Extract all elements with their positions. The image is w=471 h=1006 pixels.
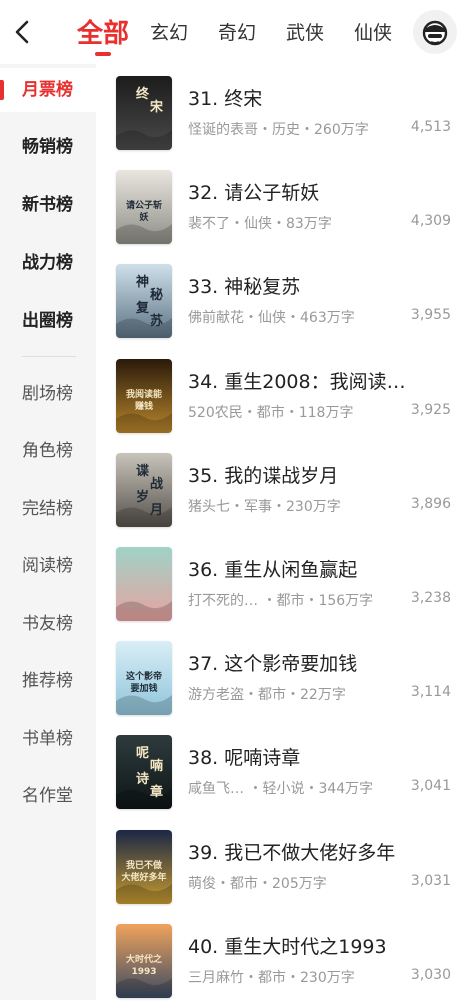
monthly-ticket-count: 3,896 (410, 495, 451, 512)
svg-text:大佬好多年: 大佬好多年 (121, 871, 166, 883)
svg-text:喃: 喃 (150, 758, 163, 774)
monthly-ticket-count: 3,955 (410, 307, 451, 324)
book-meta: 咸鱼飞… ・轻小说・344万字 (188, 781, 374, 798)
svg-text:赚钱: 赚钱 (134, 400, 153, 412)
back-arrow-icon[interactable] (10, 16, 36, 48)
sidebar-item-power[interactable]: 战力榜 (0, 241, 96, 285)
sidebar-item-reading[interactable]: 阅读榜 (0, 544, 96, 588)
book-meta: 怪诞的表哥・历史・260万字 (188, 122, 369, 138)
book-cover-image: 神秘复苏 (116, 264, 172, 339)
svg-text:章: 章 (150, 784, 163, 800)
svg-text:月: 月 (149, 503, 163, 518)
sidebar-item-bestseller[interactable]: 畅销榜 (0, 125, 96, 169)
tab-qihuan[interactable]: 奇幻 (218, 18, 256, 45)
monthly-ticket-count: 3,114 (410, 684, 451, 701)
sidebar-item-hall-of-fame[interactable]: 名作堂 (0, 774, 96, 818)
book-row[interactable]: 谍战岁月 35. 我的谍战岁月猪头七・军事・230万字 3,896 (96, 441, 471, 535)
svg-text:这个影帝: 这个影帝 (126, 670, 162, 682)
book-title: 31. 终宋 (188, 88, 263, 110)
svg-text:苏: 苏 (150, 313, 163, 329)
book-cover-image (116, 547, 172, 621)
monthly-ticket-count: 3,041 (410, 778, 451, 795)
svg-text:复: 复 (135, 300, 150, 316)
book-row[interactable]: 呢喃诗章 38. 呢喃诗章咸鱼飞… ・轻小说・344万字 3,041 (96, 723, 471, 817)
book-row[interactable]: 这个影帝 要加钱 37. 这个影帝要加钱游方老盗・都市・22万字 3,114 (96, 629, 471, 723)
sidebar-item-theater[interactable]: 剧场榜 (0, 372, 96, 416)
book-meta: 裴不了・仙侠・83万字 (188, 216, 332, 233)
book-row[interactable]: 我已不做 大佬好多年 39. 我已不做大佬好多年萌俊・都市・205万字 3,031 (96, 818, 471, 912)
svg-text:诗: 诗 (136, 771, 149, 787)
svg-text:谍: 谍 (136, 464, 149, 479)
book-meta: 萌俊・都市・205万字 (188, 875, 327, 892)
svg-text:我已不做: 我已不做 (126, 859, 163, 871)
svg-text:岁: 岁 (136, 489, 149, 505)
book-title: 36. 重生从闲鱼赢起 (188, 559, 358, 581)
book-row[interactable]: 36. 重生从闲鱼赢起打不死的… ・都市・156万字 3,238 (96, 535, 471, 629)
sidebar-item-monthly-ticket[interactable]: 月票榜 (0, 68, 96, 112)
book-title: 34. 重生2008：我阅读… (188, 370, 406, 393)
tab-wuxia[interactable]: 武侠 (286, 18, 324, 45)
book-cover-image: 这个影帝 要加钱 (116, 641, 172, 716)
book-row[interactable]: 请公子斩妖 32. 请公子斩妖裴不了・仙侠・83万字 4,309 (96, 158, 471, 252)
book-meta: 三月麻竹・都市・230万字 (188, 969, 355, 986)
book-title: 37. 这个影帝要加钱 (188, 653, 358, 676)
user-avatar-icon[interactable] (413, 10, 457, 54)
monthly-ticket-count: 3,238 (410, 590, 451, 606)
sidebar-item-new-books[interactable]: 新书榜 (0, 183, 96, 227)
tab-all[interactable]: 全部 (77, 13, 129, 50)
book-meta: 猪头七・军事・230万字 (188, 498, 341, 515)
svg-text:1993: 1993 (131, 967, 156, 977)
sidebar-item-breakout[interactable]: 出圈榜 (0, 299, 96, 343)
book-cover-image: 我阅读能 赚钱 (116, 358, 172, 433)
book-title: 38. 呢喃诗章 (188, 747, 301, 770)
book-title: 32. 请公子斩妖 (188, 182, 320, 205)
book-title: 33. 神秘复苏 (188, 276, 301, 299)
book-cover-image: 呢喃诗章 (116, 735, 172, 810)
svg-text:请公子斩: 请公子斩 (126, 199, 162, 211)
svg-text:呢: 呢 (136, 746, 149, 761)
sidebar-divider (22, 356, 76, 357)
book-title: 40. 重生大时代之1993 (188, 935, 387, 958)
sidebar-item-completed[interactable]: 完结榜 (0, 487, 96, 531)
svg-text:战: 战 (150, 476, 163, 492)
book-row[interactable]: 我阅读能 赚钱 34. 重生2008：我阅读… 520农民・都市・118万字 3,92… (96, 347, 471, 441)
svg-text:终: 终 (136, 86, 150, 102)
book-cover-image: 我已不做 大佬好多年 (116, 829, 172, 904)
svg-text:神: 神 (136, 274, 149, 290)
book-meta: 520农民・都市・118万字 (188, 404, 354, 421)
book-cover-image: 终宋 (116, 76, 172, 150)
book-cover-image: 请公子斩妖 (116, 170, 172, 245)
book-row[interactable]: 终宋 31. 终宋怪诞的表哥・历史・260万字 4,513 (96, 64, 471, 158)
book-row[interactable]: 神秘复苏 33. 神秘复苏佛前献花・仙侠・463万字 3,955 (96, 252, 471, 346)
monthly-ticket-count: 4,309 (410, 213, 451, 230)
active-tab-indicator (95, 52, 111, 56)
book-meta: 打不死的… ・都市・156万字 (188, 593, 374, 609)
svg-text:秘: 秘 (150, 287, 163, 303)
svg-text:大时代之: 大时代之 (126, 953, 162, 965)
svg-text:要加钱: 要加钱 (130, 682, 157, 694)
sidebar-item-recommend[interactable]: 推荐榜 (0, 659, 96, 703)
svg-text:宋: 宋 (149, 99, 164, 115)
monthly-ticket-count: 4,513 (410, 119, 451, 135)
top-bar: 全部 玄幻 奇幻 武侠 仙侠 (0, 0, 471, 64)
tab-xuanhuan[interactable]: 玄幻 (150, 18, 188, 45)
monthly-ticket-count: 3,925 (410, 401, 451, 418)
book-ranking-list: 终宋 31. 终宋怪诞的表哥・历史・260万字 4,513 请公子斩妖 32. 请… (96, 64, 471, 1000)
ranking-sidebar: 月票榜 畅销榜 新书榜 战力榜 出圈榜 剧场榜 角色榜 完结榜 阅读榜 书友榜 … (0, 64, 96, 1000)
sidebar-item-character[interactable]: 角色榜 (0, 429, 96, 473)
book-title: 35. 我的谍战岁月 (188, 464, 339, 487)
book-row[interactable]: 大时代之 1993 40. 重生大时代之1993 三月麻竹・都市・230万字 3,03… (96, 912, 471, 1006)
book-cover-image: 大时代之 1993 (116, 923, 172, 998)
book-cover-image: 谍战岁月 (116, 452, 172, 527)
monthly-ticket-count: 3,030 (410, 966, 451, 983)
tab-xianxia[interactable]: 仙侠 (354, 18, 392, 45)
monthly-ticket-count: 3,031 (410, 872, 451, 889)
book-title: 39. 我已不做大佬好多年 (188, 841, 396, 864)
book-meta: 佛前献花・仙侠・463万字 (188, 310, 355, 327)
sidebar-item-booklist[interactable]: 书单榜 (0, 717, 96, 761)
svg-text:妖: 妖 (139, 211, 149, 223)
sidebar-item-readers[interactable]: 书友榜 (0, 602, 96, 646)
book-meta: 游方老盗・都市・22万字 (188, 687, 346, 704)
svg-text:我阅读能: 我阅读能 (126, 388, 162, 400)
